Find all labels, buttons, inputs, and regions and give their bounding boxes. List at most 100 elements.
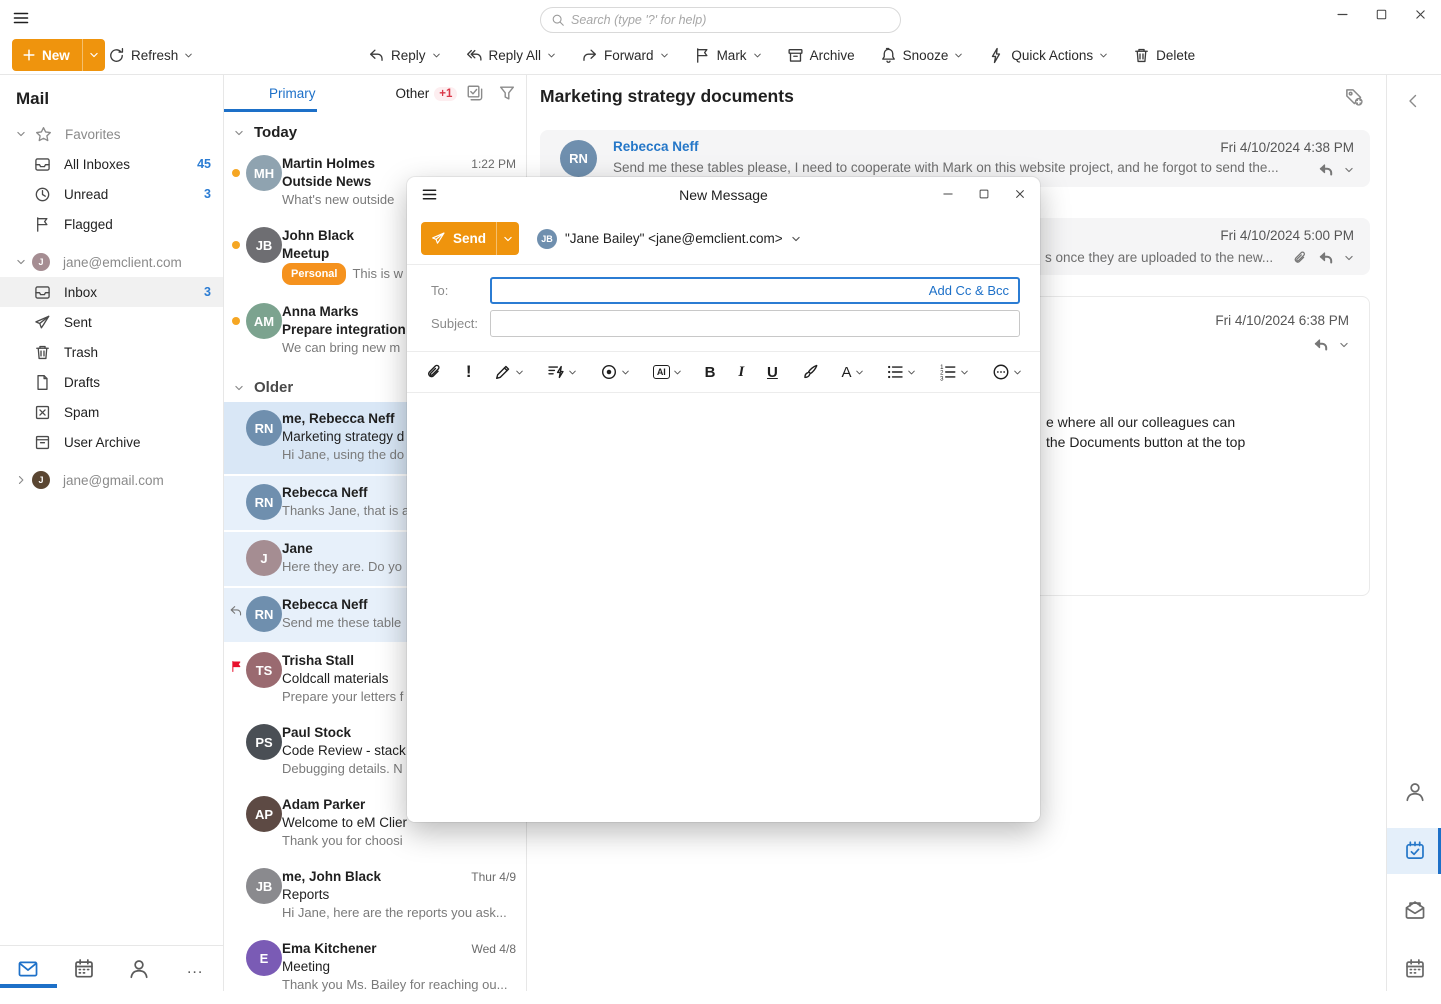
sidebar-account-gmail[interactable]: J jane@gmail.com — [0, 465, 223, 495]
reply-icon[interactable] — [1318, 162, 1334, 178]
sidebar-item-flagged[interactable]: Flagged — [0, 209, 223, 239]
filter-icon[interactable] — [498, 84, 516, 102]
snooze-label: Snooze — [903, 48, 949, 63]
chevron-down-icon — [234, 128, 244, 138]
section-today[interactable]: Today — [224, 112, 526, 147]
to-input[interactable] — [492, 279, 929, 302]
compose-body[interactable] — [407, 393, 1040, 822]
send-button[interactable]: Send — [421, 222, 519, 255]
more-formatting-button[interactable] — [992, 363, 1022, 381]
trash-icon — [34, 344, 51, 361]
app-menu-icon[interactable] — [12, 10, 30, 26]
from-selector[interactable]: JB "Jane Bailey" <jane@emclient.com> — [537, 229, 801, 249]
delete-button[interactable]: Delete — [1133, 47, 1195, 64]
attach-button[interactable] — [425, 363, 443, 381]
sidebar-account-emclient[interactable]: J jane@emclient.com — [0, 247, 223, 277]
nav-mail-button[interactable] — [0, 958, 56, 980]
quick-actions-button[interactable]: Quick Actions — [988, 47, 1108, 64]
agenda-check-icon — [1404, 840, 1426, 862]
underline-icon: U — [767, 364, 778, 381]
mark-button[interactable]: Mark — [694, 47, 762, 64]
sidebar-favorites-header[interactable]: Favorites — [0, 119, 223, 149]
person-icon — [128, 958, 150, 980]
sidebar-item-drafts[interactable]: Drafts — [0, 367, 223, 397]
font-style-button[interactable]: A — [841, 364, 863, 381]
italic-button[interactable]: I — [738, 364, 744, 381]
reply-icon[interactable] — [1318, 250, 1334, 266]
sidebar-item-inbox[interactable]: Inbox 3 — [0, 277, 223, 307]
bullet-list-button[interactable] — [886, 363, 916, 381]
mail-icon — [17, 958, 39, 980]
reply-all-button[interactable]: Reply All — [466, 47, 557, 64]
other-count-badge: +1 — [434, 87, 457, 101]
search-input[interactable] — [571, 13, 890, 27]
trash-icon — [1133, 47, 1150, 64]
attachments-button[interactable] — [1387, 887, 1441, 933]
select-messages-icon[interactable] — [466, 84, 484, 102]
new-button[interactable]: New — [12, 39, 105, 71]
sidebar-item-trash[interactable]: Trash — [0, 337, 223, 367]
bold-button[interactable]: B — [705, 364, 716, 381]
format-painter-button[interactable] — [801, 363, 819, 381]
importance-button[interactable]: ! — [466, 362, 472, 382]
maximize-icon[interactable] — [1375, 8, 1388, 21]
sidebar-item-all-inboxes[interactable]: All Inboxes 45 — [0, 149, 223, 179]
ai-assistant-button[interactable]: AI — [653, 365, 682, 379]
refresh-button[interactable]: Refresh — [108, 47, 193, 64]
chevron-down-icon — [547, 51, 556, 60]
close-icon[interactable] — [1014, 188, 1026, 200]
sidebar-item-user-archive[interactable]: User Archive — [0, 427, 223, 457]
avatar: AM — [246, 303, 282, 339]
folder-label: Drafts — [64, 375, 100, 390]
minimize-icon[interactable] — [942, 188, 954, 200]
nav-calendar-button[interactable] — [56, 958, 112, 980]
compose-menu-icon[interactable] — [421, 187, 438, 202]
reply-button[interactable]: Reply — [368, 47, 441, 64]
forward-button[interactable]: Forward — [581, 47, 669, 64]
underline-button[interactable]: U — [767, 364, 778, 381]
avatar: MH — [246, 155, 282, 191]
signature-button[interactable] — [494, 363, 524, 381]
sidebar-item-unread[interactable]: Unread 3 — [0, 179, 223, 209]
nav-contacts-button[interactable] — [112, 958, 168, 980]
chevron-down-icon[interactable] — [1344, 253, 1354, 263]
add-cc-bcc-link[interactable]: Add Cc & Bcc — [929, 283, 1018, 298]
archive-button[interactable]: Archive — [787, 47, 855, 64]
close-icon[interactable] — [1414, 8, 1427, 21]
message-subject: Meeting — [282, 958, 518, 976]
send-label: Send — [453, 231, 486, 246]
archive-label: Archive — [810, 48, 855, 63]
to-field[interactable]: Add Cc & Bcc — [490, 277, 1020, 304]
sidebar-item-spam[interactable]: Spam — [0, 397, 223, 427]
chevron-down-icon — [753, 51, 762, 60]
collapse-panel-icon[interactable] — [1405, 93, 1421, 109]
list-item[interactable]: JB Thur 4/9 me, John Black Reports Hi Ja… — [224, 860, 526, 932]
section-label: Older — [254, 379, 293, 396]
minimize-icon[interactable] — [1336, 8, 1349, 21]
snooze-button[interactable]: Snooze — [880, 47, 964, 64]
bold-icon: B — [705, 364, 716, 381]
subject-field[interactable] — [490, 310, 1020, 337]
calendar-panel-button[interactable] — [1387, 946, 1441, 992]
chevron-down-icon[interactable] — [1344, 165, 1354, 175]
sidebar-item-sent[interactable]: Sent — [0, 307, 223, 337]
add-tag-icon[interactable] — [1344, 87, 1364, 107]
attachment-icon — [1292, 250, 1308, 266]
tab-primary[interactable]: Primary — [269, 86, 316, 101]
tab-other[interactable]: Other — [396, 86, 430, 101]
reply-icon[interactable] — [1313, 337, 1329, 353]
send-dropdown[interactable] — [496, 222, 519, 255]
subject-input[interactable] — [491, 311, 1019, 336]
avatar: J — [32, 471, 50, 489]
nav-more-button[interactable]: ... — [167, 960, 223, 978]
numbered-list-button[interactable]: 123 — [939, 363, 969, 381]
quick-text-button[interactable] — [547, 363, 577, 381]
tracking-button[interactable] — [600, 363, 630, 381]
agenda-button[interactable] — [1387, 828, 1441, 874]
chevron-down-icon[interactable] — [1339, 340, 1349, 350]
list-item[interactable]: E Wed 4/8 Ema Kitchener Meeting Thank yo… — [224, 932, 526, 1004]
maximize-icon[interactable] — [978, 188, 990, 200]
contact-details-button[interactable] — [1387, 769, 1441, 815]
search-box[interactable] — [540, 7, 901, 33]
new-dropdown[interactable] — [82, 39, 105, 71]
